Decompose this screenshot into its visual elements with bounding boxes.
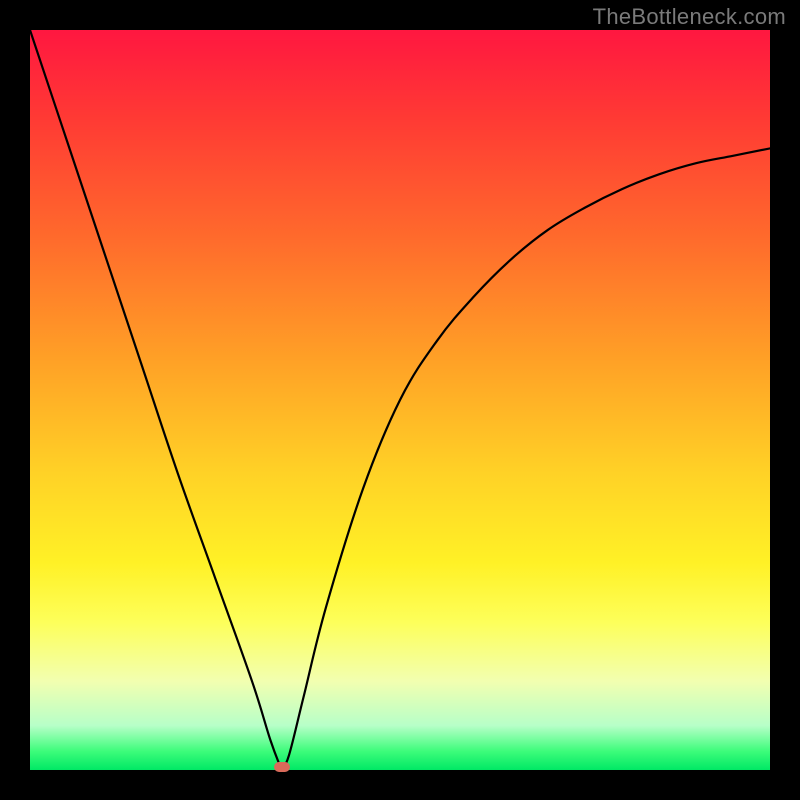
watermark-text: TheBottleneck.com [593,4,786,30]
bottleneck-curve [30,30,770,770]
minimum-marker [274,762,290,772]
chart-frame: TheBottleneck.com [0,0,800,800]
plot-area [30,30,770,770]
